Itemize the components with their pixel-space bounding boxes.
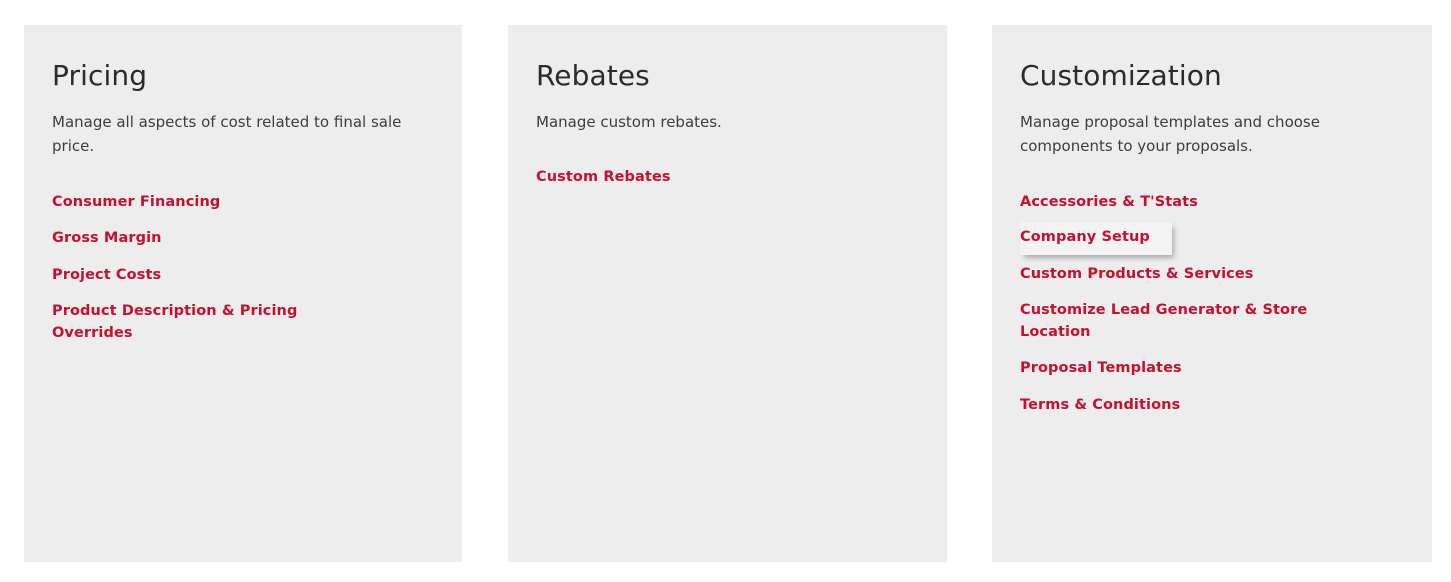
link-consumer-financing[interactable]: Consumer Financing	[52, 192, 220, 214]
link-company-setup[interactable]: Company Setup	[1020, 222, 1172, 256]
list-item: Product Description & Pricing Overrides	[52, 301, 434, 345]
list-item: Customize Lead Generator & Store Locatio…	[1020, 300, 1404, 344]
link-project-costs[interactable]: Project Costs	[52, 265, 161, 287]
settings-card-board: Pricing Manage all aspects of cost relat…	[0, 0, 1451, 582]
card-customization: Customization Manage proposal templates …	[992, 25, 1432, 562]
list-item: Custom Products & Services	[1020, 263, 1404, 286]
list-item: Custom Rebates	[536, 166, 919, 189]
link-terms-and-conditions[interactable]: Terms & Conditions	[1020, 395, 1180, 417]
list-item: Terms & Conditions	[1020, 394, 1404, 417]
list-item: Gross Margin	[52, 227, 434, 250]
list-item: Proposal Templates	[1020, 357, 1404, 380]
card-rebates-title: Rebates	[536, 59, 650, 92]
list-item-hovered: Company Setup	[1020, 222, 1404, 256]
card-pricing-description: Manage all aspects of cost related to fi…	[52, 113, 402, 156]
card-pricing-title: Pricing	[52, 59, 148, 92]
card-pricing: Pricing Manage all aspects of cost relat…	[24, 25, 462, 562]
list-item: Consumer Financing	[52, 191, 434, 214]
link-gross-margin[interactable]: Gross Margin	[52, 228, 162, 250]
list-item: Project Costs	[52, 264, 434, 287]
card-pricing-link-list: Consumer Financing Gross Margin Project …	[52, 191, 434, 345]
list-item: Accessories & T'Stats	[1020, 191, 1404, 214]
card-customization-title: Customization	[1020, 59, 1222, 92]
card-customization-link-list: Accessories & T'Stats Company Setup Cust…	[1020, 191, 1404, 417]
link-custom-rebates[interactable]: Custom Rebates	[536, 167, 671, 189]
card-rebates-description: Manage custom rebates.	[536, 113, 722, 132]
card-customization-description: Manage proposal templates and choose com…	[1020, 113, 1320, 156]
link-customize-lead-generator-and-store-location[interactable]: Customize Lead Generator & Store Locatio…	[1020, 300, 1340, 344]
link-accessories-and-tstats[interactable]: Accessories & T'Stats	[1020, 192, 1198, 214]
link-custom-products-and-services[interactable]: Custom Products & Services	[1020, 264, 1254, 286]
link-proposal-templates[interactable]: Proposal Templates	[1020, 358, 1182, 380]
card-rebates-link-list: Custom Rebates	[536, 166, 919, 189]
card-rebates: Rebates Manage custom rebates. Custom Re…	[508, 25, 947, 562]
link-product-description-and-pricing-overrides[interactable]: Product Description & Pricing Overrides	[52, 301, 372, 345]
